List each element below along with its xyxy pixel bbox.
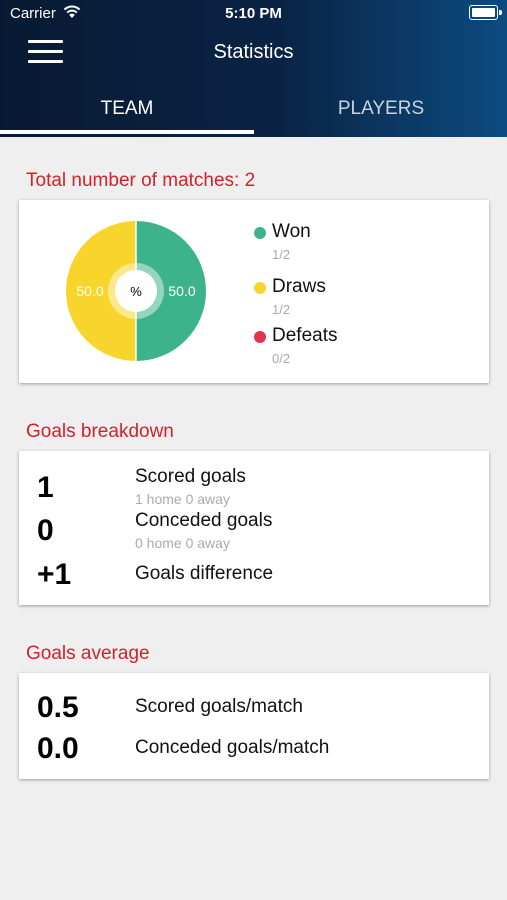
page-title: Statistics — [213, 41, 294, 63]
battery-icon — [469, 5, 502, 20]
conceded-goals-label: Conceded goals — [135, 510, 273, 531]
results-pie-chart: % 50.0 50.0 — [66, 221, 206, 361]
goals-difference-value: +1 — [37, 558, 72, 591]
legend-draws-label: Draws — [272, 276, 326, 297]
goals-breakdown-card: 1 Scored goals 1 home 0 away 0 Conceded … — [19, 451, 489, 605]
goals-average-card: 0.5 Scored goals/match 0.0 Conceded goal… — [19, 673, 489, 779]
goals-breakdown-title: Goals breakdown — [26, 421, 174, 442]
conceded-per-match-value: 0.0 — [37, 732, 79, 765]
legend-defeats-label: Defeats — [272, 325, 338, 346]
legend-won-label: Won — [272, 221, 311, 242]
scored-goals-split: 1 home 0 away — [135, 491, 230, 507]
pie-center-label: % — [130, 284, 142, 299]
conceded-per-match-label: Conceded goals/match — [135, 737, 330, 758]
legend-won-fraction: 1/2 — [272, 247, 291, 262]
legend-draws-fraction: 1/2 — [272, 302, 291, 317]
goals-average-title: Goals average — [26, 643, 150, 664]
pie-label-draws: 50.0 — [76, 283, 103, 299]
draws-dot-icon — [254, 282, 266, 294]
scored-per-match-label: Scored goals/match — [135, 696, 303, 717]
conceded-goals-split: 0 home 0 away — [135, 535, 230, 551]
active-tab-indicator — [0, 130, 254, 134]
legend-defeats-fraction: 0/2 — [272, 351, 291, 366]
scored-goals-value: 1 — [37, 471, 54, 504]
won-dot-icon — [254, 227, 266, 239]
tab-players[interactable]: PLAYERS — [254, 86, 507, 134]
scored-per-match-value: 0.5 — [37, 691, 79, 724]
matches-card: % 50.0 50.0 Won 1/2 Draws 1/2 Defeats 0/2 — [19, 200, 489, 383]
defeats-dot-icon — [254, 331, 266, 343]
tab-team[interactable]: TEAM — [0, 86, 254, 134]
app-header: Carrier 5:10 PM Statistics TEAM PLAYERS — [0, 0, 507, 137]
goals-difference-label: Goals difference — [135, 563, 274, 584]
tab-bar: TEAM PLAYERS — [0, 86, 507, 137]
status-bar: Carrier 5:10 PM — [0, 0, 507, 28]
pie-label-won: 50.0 — [168, 283, 195, 299]
conceded-goals-value: 0 — [37, 514, 54, 547]
scored-goals-label: Scored goals — [135, 466, 246, 487]
matches-section-title: Total number of matches: 2 — [26, 170, 256, 191]
status-time: 5:10 PM — [225, 5, 282, 22]
